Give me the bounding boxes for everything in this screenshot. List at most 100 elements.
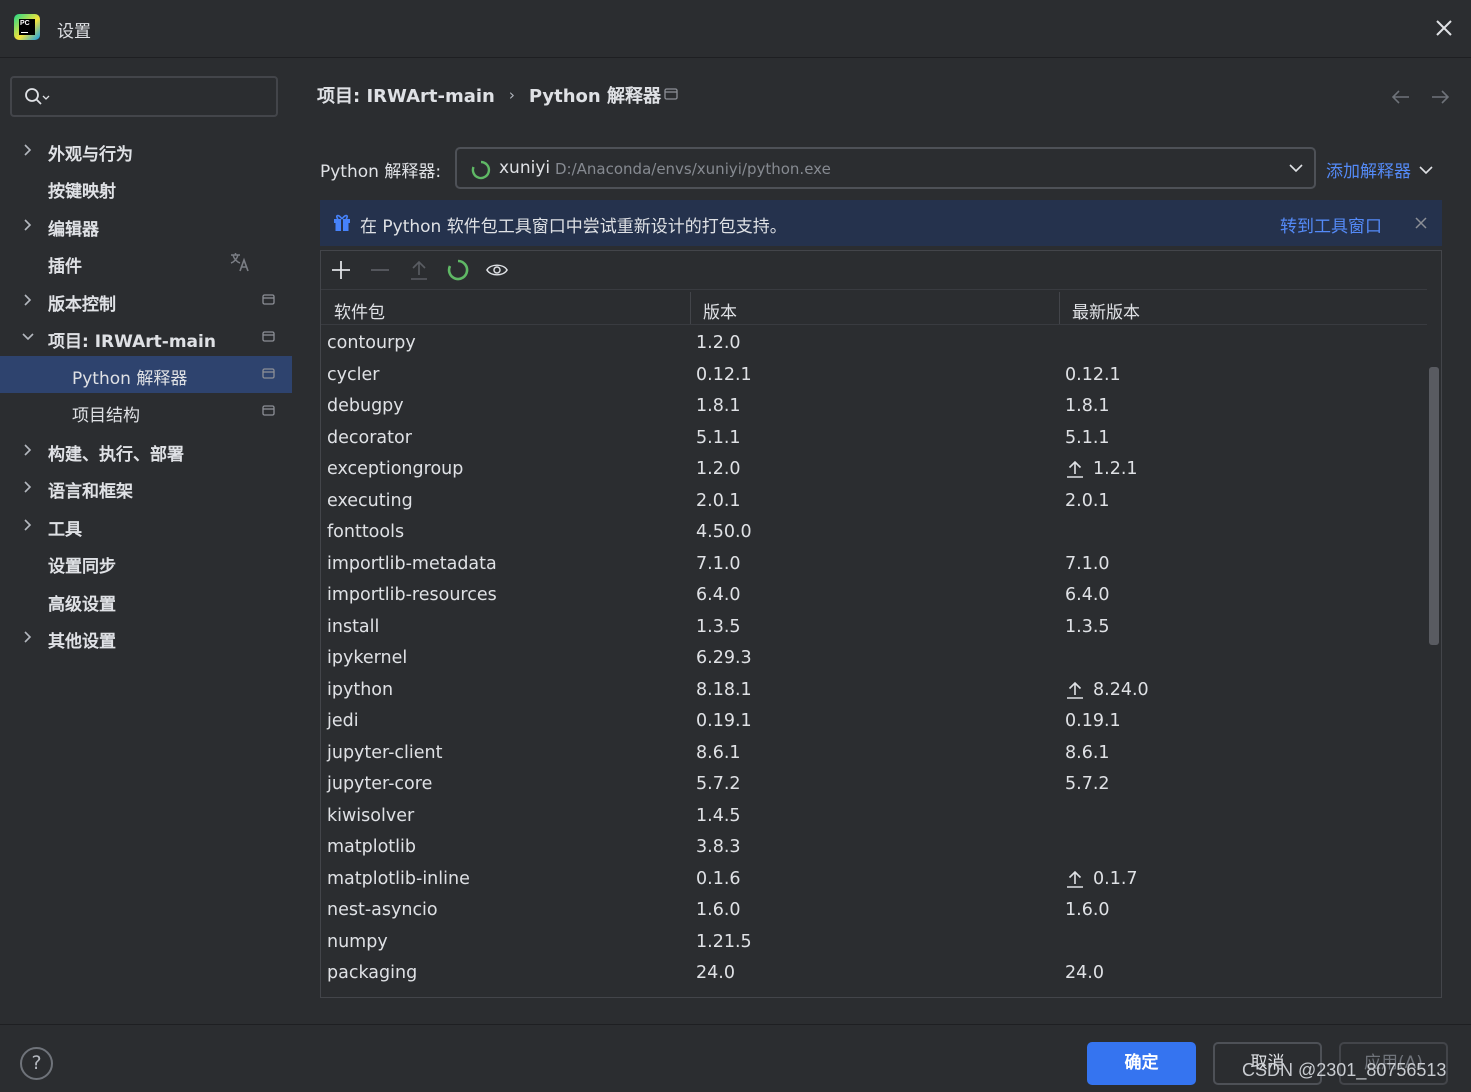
package-name: contourpy xyxy=(327,333,416,353)
column-header-version[interactable]: 版本 xyxy=(703,298,737,323)
breadcrumb-project[interactable]: 项目: IRWArt-main xyxy=(317,82,495,108)
column-header-package[interactable]: 软件包 xyxy=(334,298,385,323)
table-row[interactable]: ipykernel 6.29.3 xyxy=(321,645,1427,677)
packages-table-body: contourpy 1.2.0 cycler 0.12.1 0.12.1 debugpy 1… xyxy=(321,330,1427,996)
table-row[interactable]: jupyter-core 5.7.2 5.7.2 xyxy=(321,771,1427,803)
table-row[interactable]: nest-asyncio 1.6.0 1.6.0 xyxy=(321,897,1427,929)
sidebar-item-build[interactable]: 构建、执行、部署 xyxy=(0,432,292,469)
breadcrumb-page: Python 解释器 xyxy=(528,86,661,107)
chevron-right-icon[interactable] xyxy=(22,293,34,307)
sidebar-item-settings-sync[interactable]: 设置同步 xyxy=(0,544,292,581)
sidebar-item-vcs[interactable]: 版本控制 xyxy=(0,282,292,319)
close-icon[interactable] xyxy=(1414,216,1428,230)
chevron-right-icon[interactable] xyxy=(22,143,34,157)
table-row[interactable]: decorator 5.1.1 5.1.1 xyxy=(321,425,1427,457)
table-row[interactable]: jupyter-client 8.6.1 8.6.1 xyxy=(321,740,1427,772)
latest-version-text: 1.8.1 xyxy=(1065,396,1110,416)
table-row[interactable]: contourpy 1.2.0 xyxy=(321,330,1427,362)
chevron-right-icon[interactable] xyxy=(22,443,34,457)
forward-arrow-icon[interactable] xyxy=(1429,86,1451,108)
sidebar-item-tools[interactable]: 工具 xyxy=(0,507,292,544)
column-header-latest[interactable]: 最新版本 xyxy=(1072,298,1140,323)
interpreter-select[interactable]: xuniyi D:/Anaconda/envs/xuniyi/python.ex… xyxy=(455,147,1316,189)
search-input[interactable] xyxy=(56,84,266,110)
remove-icon[interactable] xyxy=(369,259,391,281)
package-latest-version: 24.0 xyxy=(1065,963,1104,983)
ok-button[interactable]: 确定 xyxy=(1087,1042,1196,1085)
table-row[interactable]: ipython 8.18.1 8.24.0 xyxy=(321,677,1427,709)
sidebar-item-languages[interactable]: 语言和框架 xyxy=(0,469,292,506)
package-name: matplotlib-inline xyxy=(327,868,470,889)
package-version: 2.0.1 xyxy=(696,490,741,511)
scrollbar[interactable] xyxy=(1429,367,1439,645)
project-scope-icon xyxy=(262,368,275,379)
sidebar-item-appearance[interactable]: 外观与行为 xyxy=(0,132,292,169)
search-box[interactable] xyxy=(10,76,278,117)
sidebar-item-other[interactable]: 其他设置 xyxy=(0,619,292,656)
package-version: 0.12.1 xyxy=(696,364,752,385)
table-row[interactable]: kiwisolver 1.4.5 xyxy=(321,803,1427,835)
table-row[interactable]: matplotlib 3.8.3 xyxy=(321,834,1427,866)
upgrade-arrow-icon xyxy=(1067,460,1083,478)
table-row[interactable]: executing 2.0.1 2.0.1 xyxy=(321,488,1427,520)
latest-version-text: 6.4.0 xyxy=(1065,585,1110,605)
column-divider[interactable] xyxy=(690,292,691,324)
sidebar-item-editor[interactable]: 编辑器 xyxy=(0,207,292,244)
package-latest-version: 1.6.0 xyxy=(1065,900,1110,920)
chevron-right-icon[interactable] xyxy=(22,630,34,644)
chevron-right-icon[interactable] xyxy=(22,480,34,494)
interpreter-label: Python 解释器: xyxy=(320,162,442,182)
eye-icon[interactable] xyxy=(486,259,508,281)
package-version: 0.19.1 xyxy=(696,711,752,731)
package-version: 6.29.3 xyxy=(696,648,752,668)
add-interpreter-label: 添加解释器 xyxy=(1326,162,1411,182)
sidebar-item-project-structure[interactable]: 项目结构 xyxy=(0,393,292,430)
table-row[interactable]: exceptiongroup 1.2.0 1.2.1 xyxy=(321,456,1427,488)
help-button[interactable]: ? xyxy=(20,1047,53,1080)
chevron-down-icon[interactable] xyxy=(22,330,34,344)
package-name: fonttools xyxy=(327,522,405,542)
column-divider[interactable] xyxy=(1059,292,1060,324)
table-row[interactable]: numpy 1.21.5 xyxy=(321,929,1427,961)
add-icon[interactable] xyxy=(330,259,352,281)
package-version: 4.50.0 xyxy=(696,522,752,542)
table-row[interactable]: importlib-metadata 7.1.0 7.1.0 xyxy=(321,551,1427,583)
package-version: 1.4.5 xyxy=(696,805,741,826)
table-row[interactable]: install 1.3.5 1.3.5 xyxy=(321,614,1427,646)
back-arrow-icon[interactable] xyxy=(1390,86,1412,108)
table-row[interactable]: debugpy 1.8.1 1.8.1 xyxy=(321,393,1427,425)
package-version: 1.2.0 xyxy=(696,333,741,353)
chevron-right-icon[interactable] xyxy=(22,518,34,532)
package-latest-version: 6.4.0 xyxy=(1065,585,1110,605)
chevron-right-icon[interactable] xyxy=(22,218,34,232)
package-version: 24.0 xyxy=(696,963,735,983)
close-icon[interactable] xyxy=(1432,16,1456,40)
refresh-icon[interactable] xyxy=(447,259,469,281)
sidebar-item-python-interpreter[interactable]: Python 解释器 xyxy=(0,356,292,393)
sidebar-item-keymap[interactable]: 按键映射 xyxy=(0,169,292,206)
sidebar-item-label: 构建、执行、部署 xyxy=(48,445,184,465)
table-row[interactable]: cycler 0.12.1 0.12.1 xyxy=(321,362,1427,394)
sidebar-item-advanced[interactable]: 高级设置 xyxy=(0,582,292,619)
latest-version-text: 8.24.0 xyxy=(1093,679,1149,700)
table-row[interactable]: importlib-resources 6.4.0 6.4.0 xyxy=(321,582,1427,614)
sidebar-item-label: 高级设置 xyxy=(48,595,116,615)
loading-spinner-icon xyxy=(471,160,491,180)
package-name: jupyter-client xyxy=(327,742,443,763)
chevron-down-icon[interactable] xyxy=(1289,163,1303,173)
package-name: install xyxy=(327,616,380,637)
table-row[interactable]: fonttools 4.50.0 xyxy=(321,519,1427,551)
package-version: 3.8.3 xyxy=(696,837,741,857)
package-latest-version: 8.6.1 xyxy=(1065,743,1110,763)
sidebar-item-plugins[interactable]: 插件 xyxy=(0,244,292,281)
package-latest-version: 0.12.1 xyxy=(1065,365,1121,385)
latest-version-text: 0.12.1 xyxy=(1065,364,1121,385)
banner-link[interactable]: 转到工具窗口 xyxy=(1280,212,1382,237)
table-row[interactable]: jedi 0.19.1 0.19.1 xyxy=(321,708,1427,740)
sidebar-item-project[interactable]: 项目: IRWArt-main xyxy=(0,319,292,356)
table-row[interactable]: packaging 24.0 24.0 xyxy=(321,960,1427,992)
upgrade-icon[interactable] xyxy=(408,259,430,281)
table-row[interactable]: matplotlib-inline 0.1.6 0.1.7 xyxy=(321,866,1427,898)
add-interpreter-link[interactable]: 添加解释器 xyxy=(1326,157,1433,182)
latest-version-text: 5.7.2 xyxy=(1065,774,1110,794)
